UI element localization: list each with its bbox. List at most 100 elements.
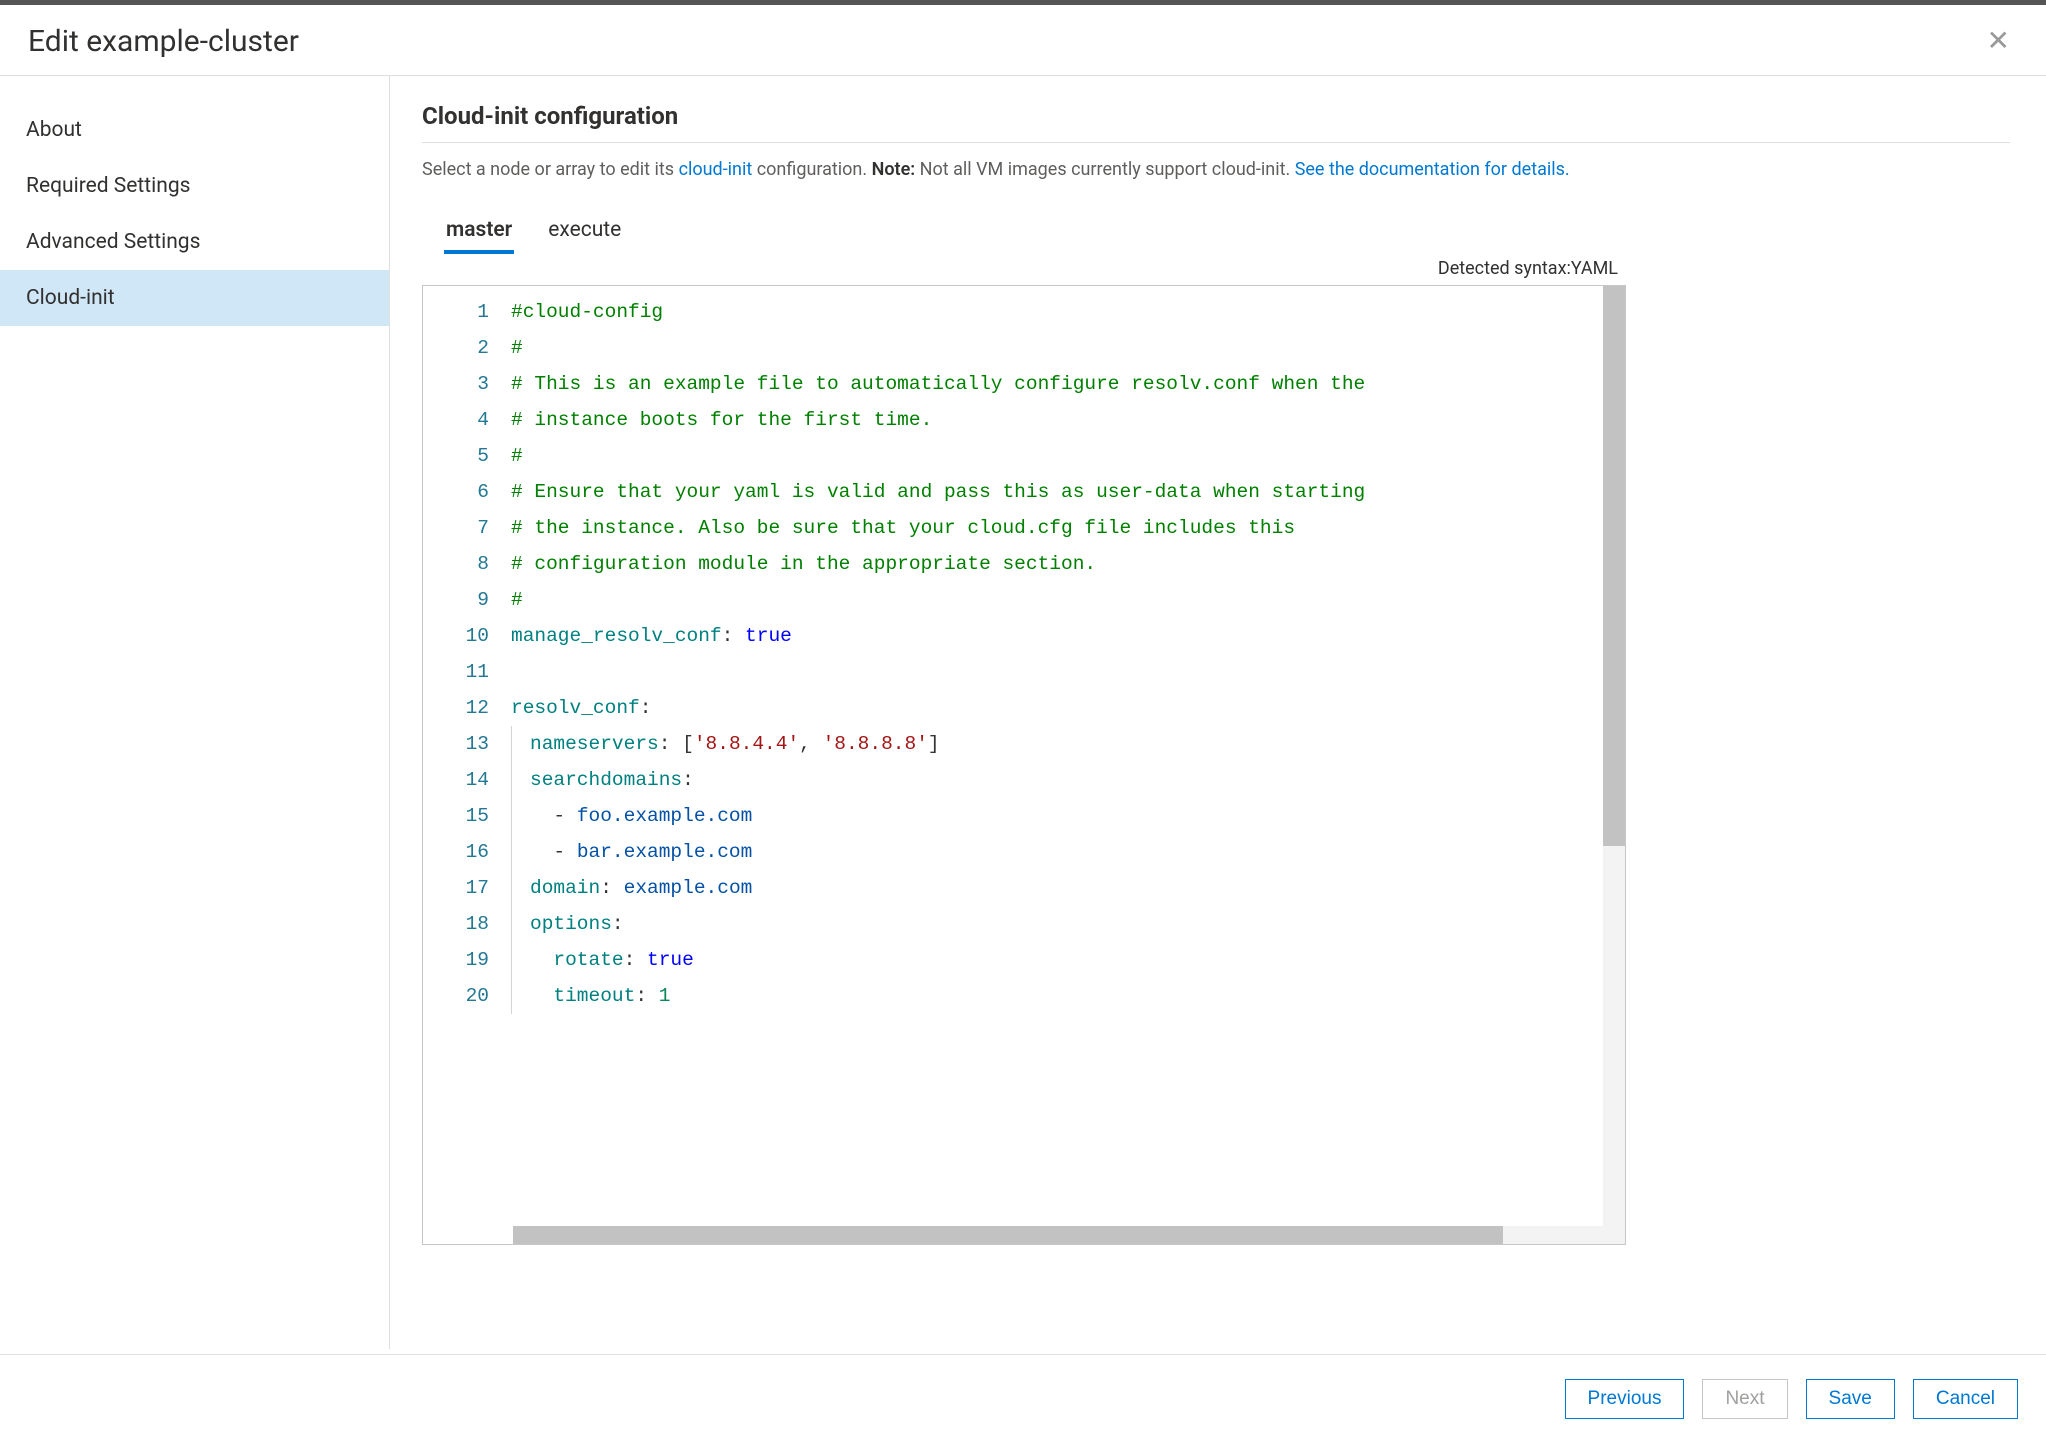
- code-line[interactable]: # instance boots for the first time.: [511, 402, 1625, 438]
- code-token: -: [530, 841, 577, 863]
- previous-button[interactable]: Previous: [1565, 1379, 1685, 1419]
- sidebar: About Required Settings Advanced Setting…: [0, 76, 390, 1349]
- vertical-scrollbar[interactable]: [1603, 286, 1625, 1244]
- code-line[interactable]: #: [511, 330, 1625, 366]
- code-line[interactable]: manage_resolv_conf: true: [511, 618, 1625, 654]
- indent-guide: [511, 726, 530, 762]
- code-line[interactable]: nameservers: ['8.8.4.4', '8.8.8.8']: [511, 726, 1625, 762]
- main-panel: Cloud-init configuration Select a node o…: [390, 76, 2046, 1349]
- code-token: # This is an example file to automatical…: [511, 373, 1365, 395]
- code-token: nameservers: [530, 733, 659, 755]
- code-token: '8.8.8.8': [823, 733, 928, 755]
- code-editor[interactable]: 1234567891011121314151617181920 #cloud-c…: [422, 285, 1626, 1245]
- indent-guide: [511, 798, 530, 834]
- code-token: :: [635, 985, 658, 1007]
- code-line[interactable]: # the instance. Also be sure that your c…: [511, 510, 1625, 546]
- note-label: Note:: [872, 159, 916, 180]
- sidebar-item-required-settings[interactable]: Required Settings: [0, 158, 389, 214]
- sidebar-item-advanced-settings[interactable]: Advanced Settings: [0, 214, 389, 270]
- indent-guide: [511, 834, 530, 870]
- indent-guide: [511, 978, 530, 1014]
- indent-guide: [511, 870, 530, 906]
- code-token: manage_resolv_conf: [511, 625, 722, 647]
- line-number: 15: [423, 798, 489, 834]
- code-line[interactable]: searchdomains:: [511, 762, 1625, 798]
- code-token: ,: [799, 733, 822, 755]
- code-token: :: [600, 877, 623, 899]
- desc-text-pre: Select a node or array to edit its: [422, 159, 679, 180]
- code-line[interactable]: #: [511, 438, 1625, 474]
- code-line[interactable]: options:: [511, 906, 1625, 942]
- horizontal-scrollbar[interactable]: [513, 1226, 1603, 1244]
- code-line[interactable]: # Ensure that your yaml is valid and pas…: [511, 474, 1625, 510]
- code-token: resolv_conf: [511, 697, 640, 719]
- code-line[interactable]: timeout: 1: [511, 978, 1625, 1014]
- dialog-title: Edit example-cluster: [28, 24, 299, 59]
- horizontal-scrollbar-thumb[interactable]: [513, 1226, 1503, 1244]
- tab-execute[interactable]: execute: [548, 208, 621, 254]
- editor-code-area[interactable]: #cloud-config # # This is an example file …: [511, 286, 1625, 1244]
- line-number: 17: [423, 870, 489, 906]
- code-token: -: [530, 805, 577, 827]
- code-token: ]: [928, 733, 940, 755]
- documentation-link[interactable]: See the documentation for details.: [1295, 159, 1570, 180]
- vertical-scrollbar-thumb[interactable]: [1603, 286, 1625, 846]
- sidebar-item-cloud-init[interactable]: Cloud-init: [0, 270, 389, 326]
- code-token: true: [647, 949, 694, 971]
- desc-note-text: Not all VM images currently support clou…: [915, 159, 1295, 180]
- code-token: searchdomains: [530, 769, 682, 791]
- code-line[interactable]: domain: example.com: [511, 870, 1625, 906]
- editor-syntax-indicator: Detected syntax: YAML: [422, 254, 1626, 285]
- code-token: #: [511, 337, 523, 359]
- cancel-button[interactable]: Cancel: [1913, 1379, 2018, 1419]
- line-number: 1: [423, 294, 489, 330]
- code-line[interactable]: rotate: true: [511, 942, 1625, 978]
- code-token: '8.8.4.4': [694, 733, 799, 755]
- dialog-footer: Previous Next Save Cancel: [0, 1354, 2046, 1442]
- line-number: 10: [423, 618, 489, 654]
- sidebar-item-about[interactable]: About: [0, 102, 389, 158]
- indent-guide: [511, 762, 530, 798]
- save-button[interactable]: Save: [1806, 1379, 1895, 1419]
- dialog-header: Edit example-cluster ✕: [0, 5, 2046, 76]
- indent-guide: [511, 906, 530, 942]
- code-line[interactable]: #cloud-config: [511, 294, 1625, 330]
- code-line[interactable]: #: [511, 582, 1625, 618]
- line-number: 16: [423, 834, 489, 870]
- code-token: :: [640, 697, 652, 719]
- code-token: : [: [659, 733, 694, 755]
- code-line[interactable]: # This is an example file to automatical…: [511, 366, 1625, 402]
- code-token: # Ensure that your yaml is valid and pas…: [511, 481, 1365, 503]
- code-line[interactable]: - foo.example.com: [511, 798, 1625, 834]
- node-tabs: master execute: [422, 208, 2010, 254]
- code-line[interactable]: # configuration module in the appropriat…: [511, 546, 1625, 582]
- code-line[interactable]: resolv_conf:: [511, 690, 1625, 726]
- close-icon[interactable]: ✕: [1979, 23, 2018, 59]
- code-token: 1: [659, 985, 671, 1007]
- line-number: 9: [423, 582, 489, 618]
- line-number: 3: [423, 366, 489, 402]
- code-token: #: [511, 445, 523, 467]
- code-token: #: [511, 589, 523, 611]
- code-token: options: [530, 913, 612, 935]
- line-number: 18: [423, 906, 489, 942]
- code-token: # configuration module in the appropriat…: [511, 553, 1096, 575]
- code-line[interactable]: [511, 654, 1625, 690]
- line-number: 13: [423, 726, 489, 762]
- section-title: Cloud-init configuration: [422, 102, 2010, 143]
- code-line[interactable]: - bar.example.com: [511, 834, 1625, 870]
- code-token: domain: [530, 877, 600, 899]
- tab-master[interactable]: master: [446, 208, 512, 254]
- code-token: bar.example.com: [577, 841, 753, 863]
- line-number: 2: [423, 330, 489, 366]
- code-token: # the instance. Also be sure that your c…: [511, 517, 1295, 539]
- code-token: timeout: [530, 985, 635, 1007]
- cloud-init-link[interactable]: cloud-init: [679, 159, 753, 180]
- code-token: #cloud-config: [511, 301, 663, 323]
- code-token: example.com: [624, 877, 753, 899]
- code-token: :: [624, 949, 647, 971]
- next-button: Next: [1702, 1379, 1787, 1419]
- code-token: # instance boots for the first time.: [511, 409, 932, 431]
- code-token: rotate: [530, 949, 624, 971]
- desc-text-mid1: configuration.: [752, 159, 871, 180]
